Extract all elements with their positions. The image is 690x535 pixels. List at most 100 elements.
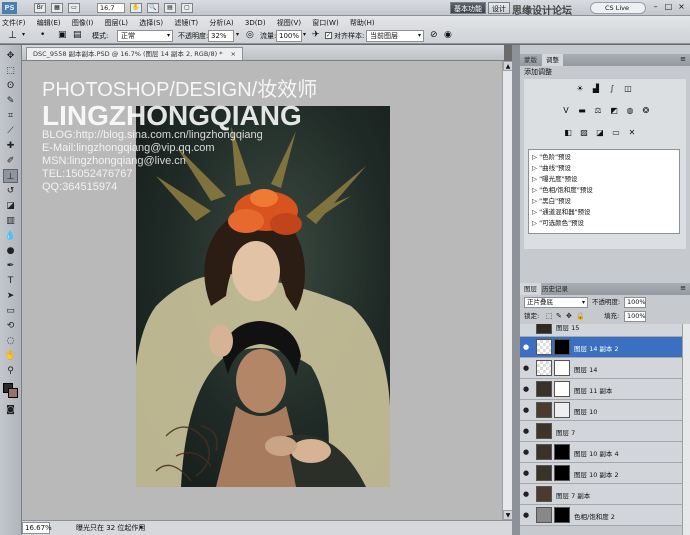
clone-source-panel-icon[interactable]: ▤ (73, 30, 82, 40)
tab-history[interactable]: 历史记录 (538, 283, 572, 295)
3d-rotate-tool-icon[interactable]: ⟲ (3, 319, 18, 333)
minimize-icon[interactable]: – (650, 2, 661, 13)
preset-curves[interactable]: ▷ "曲线"预设 (532, 163, 571, 173)
workspace-design-button[interactable]: 设计 (488, 2, 510, 14)
hue-saturation-icon[interactable]: ▬ (576, 105, 588, 116)
pen-tool-icon[interactable]: ✒ (3, 259, 18, 273)
zoom-level-field[interactable]: 16.7 (97, 3, 125, 13)
close-icon[interactable]: × (676, 2, 687, 13)
layers-scrollbar[interactable] (682, 324, 690, 535)
lock-all-icon[interactable]: 🔒 (576, 311, 585, 322)
healing-brush-tool-icon[interactable]: ✚ (3, 139, 18, 153)
menu-view[interactable]: 视图(V) (277, 19, 301, 27)
hand-tool-icon[interactable]: ✋ (3, 349, 18, 363)
clone-stamp-preset-icon[interactable]: ⊥ (8, 30, 17, 41)
preset-selective-color[interactable]: ▷ "可选颜色"预设 (532, 218, 584, 228)
lasso-tool-icon[interactable]: ʘ (3, 79, 18, 93)
pressure-opacity-icon[interactable]: ◎ (246, 30, 254, 40)
move-tool-icon[interactable]: ✥ (3, 49, 18, 63)
menu-window[interactable]: 窗口(W) (312, 19, 338, 27)
selective-color-icon[interactable]: ✕ (626, 127, 638, 138)
flow-input[interactable]: 100% (276, 30, 302, 42)
zoom-tool-icon[interactable]: ⚲ (3, 364, 18, 378)
3d-orbit-tool-icon[interactable]: ◌ (3, 334, 18, 348)
layer-row[interactable]: ● 图层 10 副本 2 (520, 463, 682, 484)
photo-filter-icon[interactable]: ◍ (624, 105, 636, 116)
black-white-icon[interactable]: ◩ (608, 105, 620, 116)
vertical-scrollbar[interactable]: ▲ ▼ (502, 61, 513, 520)
mode-select[interactable]: 正常 ▾ (117, 30, 173, 42)
zoom-tool-icon[interactable]: 🔍 (147, 3, 159, 13)
dodge-tool-icon[interactable]: ● (3, 244, 18, 258)
eye-icon[interactable]: ● (523, 344, 530, 351)
opacity-input[interactable]: 32% (208, 30, 234, 42)
layer-opacity-input[interactable]: 100% (624, 297, 646, 308)
channel-mixer-icon[interactable]: ❂ (640, 105, 652, 116)
airbrush-icon[interactable]: ✈ (312, 30, 320, 40)
eye-icon[interactable]: ● (523, 491, 530, 498)
menu-file[interactable]: 文件(F) (2, 19, 26, 27)
invert-icon[interactable]: ◧ (562, 127, 574, 138)
brush-size-icon[interactable]: • (40, 30, 45, 40)
arrange-documents-icon[interactable]: ▤ (164, 3, 176, 13)
blur-tool-icon[interactable]: 💧 (3, 229, 18, 243)
eraser-tool-icon[interactable]: ◪ (3, 199, 18, 213)
menu-edit[interactable]: 编辑(E) (37, 19, 61, 27)
color-balance-icon[interactable]: ⚖ (592, 105, 604, 116)
close-icon[interactable]: × (231, 50, 236, 58)
layer-row[interactable]: ● 图层 11 副本 (520, 379, 682, 400)
eye-icon[interactable]: ● (523, 365, 530, 372)
menu-layer[interactable]: 图层(L) (105, 19, 128, 27)
toggle-brush-panel-icon[interactable]: ▣ (58, 30, 67, 40)
bridge-icon[interactable]: Br (34, 3, 46, 13)
posterize-icon[interactable]: ▨ (578, 127, 590, 138)
view-extras-icon[interactable]: ▭ (68, 3, 80, 13)
maximize-icon[interactable]: □ (663, 2, 674, 13)
cs-live-button[interactable]: CS Live (590, 2, 646, 14)
shape-tool-icon[interactable]: ▭ (3, 304, 18, 318)
eyedropper-tool-icon[interactable]: ⟋ (3, 124, 18, 138)
curves-icon[interactable]: ∫ (606, 83, 618, 94)
status-zoom-field[interactable]: 16.67% (22, 522, 52, 534)
fill-input[interactable]: 100% (624, 311, 646, 322)
panel-menu-icon[interactable]: ≡ (680, 284, 686, 292)
menu-help[interactable]: 帮助(H) (350, 19, 375, 27)
layer-row[interactable]: 图层 15 (520, 324, 682, 337)
layer-row-selected[interactable]: ● 图层 14 副本 2 (520, 337, 682, 358)
vibrance-icon[interactable]: V (560, 105, 572, 116)
levels-icon[interactable]: ▟ (590, 83, 602, 94)
layer-row[interactable]: ● 图层 10 (520, 400, 682, 421)
eye-icon[interactable]: ● (523, 449, 530, 456)
brightness-contrast-icon[interactable]: ☀ (574, 83, 586, 94)
brush-tool-icon[interactable]: ✐ (3, 154, 18, 168)
minibridge-icon[interactable]: ▦ (51, 3, 63, 13)
blend-mode-select[interactable]: 正片叠底 ▾ (524, 297, 588, 308)
lock-transparent-icon[interactable]: ⬚ (546, 311, 553, 322)
background-color-swatch[interactable] (8, 388, 18, 398)
lock-image-icon[interactable]: ✎ (556, 311, 562, 322)
history-brush-tool-icon[interactable]: ↺ (3, 184, 18, 198)
preset-levels[interactable]: ▷ "色阶"预设 (532, 152, 571, 162)
aligned-checkbox[interactable]: ✓ (325, 32, 332, 39)
layer-row[interactable]: ● 色相/饱和度 2 (520, 505, 682, 526)
exposure-icon[interactable]: ◫ (622, 83, 634, 94)
marquee-tool-icon[interactable]: ⬚ (3, 64, 18, 78)
clone-stamp-tool-icon[interactable]: ⊥ (3, 169, 18, 183)
threshold-icon[interactable]: ◪ (594, 127, 606, 138)
ignore-adjustment-layers-icon[interactable]: ⊘ (430, 30, 438, 40)
preset-hue-saturation[interactable]: ▷ "色相/饱和度"预设 (532, 185, 593, 195)
layer-row[interactable]: ● 图层 7 (520, 421, 682, 442)
quick-mask-icon[interactable]: ◙ (3, 403, 18, 417)
layer-row[interactable]: ● 图层 7 副本 (520, 484, 682, 505)
quick-select-tool-icon[interactable]: ✎ (3, 94, 18, 108)
menu-filter[interactable]: 滤镜(T) (174, 19, 198, 27)
eye-icon[interactable]: ● (523, 470, 530, 477)
menu-select[interactable]: 选择(S) (139, 19, 163, 27)
type-tool-icon[interactable]: T (3, 274, 18, 288)
workspace-essentials-button[interactable]: 基本功能 (450, 2, 486, 14)
eye-icon[interactable]: ● (523, 407, 530, 414)
chevron-down-icon[interactable]: ▾ (236, 31, 239, 38)
eye-icon[interactable]: ● (523, 428, 530, 435)
panel-menu-icon[interactable]: ≡ (680, 55, 686, 63)
pressure-size-icon[interactable]: ◉ (444, 30, 452, 40)
